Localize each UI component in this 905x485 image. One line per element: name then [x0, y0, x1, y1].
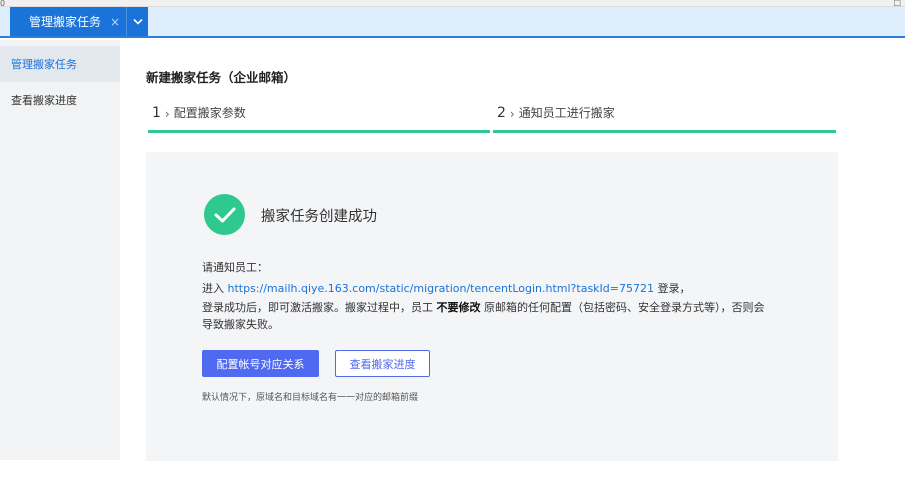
window-corner-left: 0 — [0, 0, 6, 8]
check-circle-icon — [204, 194, 245, 235]
instruction-line-1: 进入 https://mailh.qiye.163.com/static/mig… — [202, 280, 690, 296]
sidebar-item-manage-migration[interactable]: 管理搬家任务 — [0, 46, 120, 82]
notify-label: 请通知员工： — [202, 261, 268, 274]
warning-suffix: 原邮箱的任何配置（包括密码、安全登录方式等），否则会 — [480, 301, 765, 314]
result-card: 搬家任务创建成功 请通知员工： 进入 https://mailh.qiye.16… — [146, 152, 838, 461]
main-content: 新建搬家任务（企业邮箱） 1 › 配置搬家参数 2 › 通知员工进行搬家 搬家任… — [146, 40, 846, 480]
window-corner-right: □ — [893, 0, 901, 7]
close-icon[interactable]: × — [110, 15, 120, 29]
chevron-right-icon: › — [509, 107, 515, 121]
instruction-prefix: 进入 — [202, 282, 228, 295]
chevron-down-icon[interactable] — [126, 7, 148, 36]
sidebar: 管理搬家任务 查看搬家进度 — [0, 40, 120, 460]
page-title: 新建搬家任务（企业邮箱） — [146, 70, 297, 85]
login-link[interactable]: https://mailh.qiye.163.com/static/migrat… — [228, 282, 654, 295]
instruction-line-3: 导致搬家失败。 — [202, 318, 279, 331]
view-progress-button[interactable]: 查看搬家进度 — [335, 350, 430, 377]
step-label: 通知员工进行搬家 — [518, 106, 615, 120]
step-number: 1 — [152, 105, 161, 121]
warning-prefix: 登录成功后，即可激活搬家。搬家过程中，员工 — [202, 301, 437, 314]
tab-bar: 管理搬家任务 × — [0, 7, 905, 38]
sidebar-item-view-progress[interactable]: 查看搬家进度 — [0, 82, 120, 118]
chevron-right-icon: › — [164, 107, 170, 121]
success-message: 搬家任务创建成功 — [261, 209, 377, 225]
warning-bold: 不要修改 — [436, 301, 481, 314]
tab-label: 管理搬家任务 — [29, 15, 102, 29]
instruction-line-2: 登录成功后，即可激活搬家。搬家过程中，员工 不要修改 原邮箱的任何配置（包括密码… — [202, 299, 765, 315]
step-number: 2 — [497, 105, 506, 121]
step-1: 1 › 配置搬家参数 — [148, 100, 490, 133]
window-top-strip — [0, 0, 905, 7]
step-2: 2 › 通知员工进行搬家 — [493, 100, 836, 133]
step-label: 配置搬家参数 — [173, 106, 246, 120]
tab-manage-migration[interactable]: 管理搬家任务 × — [10, 7, 126, 36]
footnote: 默认情况下，原域名和目标域名有一一对应的邮箱前缀 — [202, 393, 419, 403]
instruction-suffix: 登录， — [653, 282, 691, 295]
configure-account-mapping-button[interactable]: 配置帐号对应关系 — [202, 350, 319, 377]
